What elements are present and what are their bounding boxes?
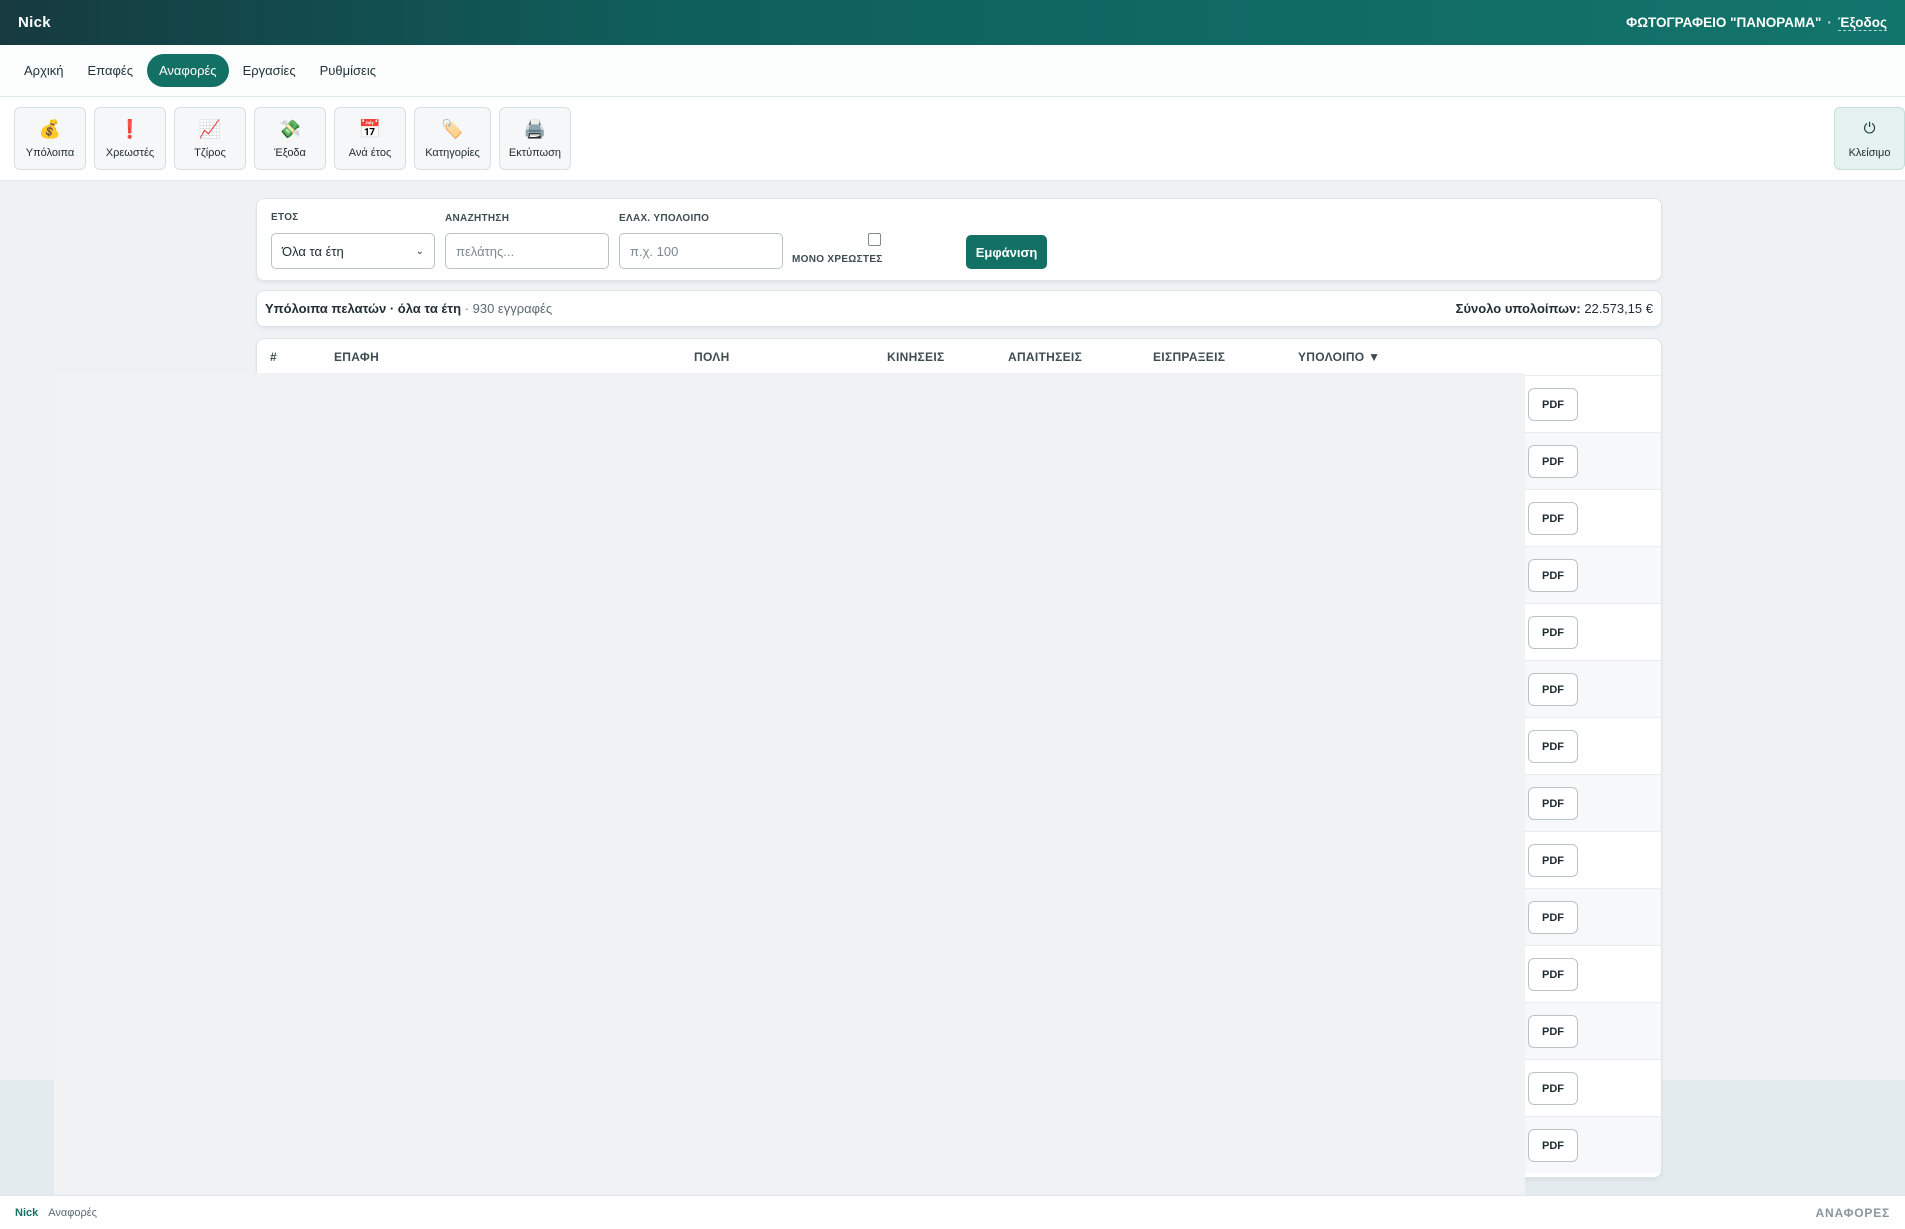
- chevron-down-icon: ⌄: [415, 245, 424, 257]
- footer-brand: Nick: [15, 1206, 39, 1219]
- main-nav: Αρχική Επαφές Αναφορές Εργασίες Ρυθμίσει…: [0, 45, 1905, 97]
- search-input[interactable]: [445, 233, 609, 269]
- summary-title: Υπόλοιπα πελατών · όλα τα έτη: [265, 301, 462, 316]
- pdf-button[interactable]: PDF: [1528, 502, 1578, 535]
- power-icon: ⏻: [1863, 119, 1876, 137]
- close-button[interactable]: ⏻ Κλείσιμο: [1834, 107, 1905, 170]
- pdf-button[interactable]: PDF: [1528, 1072, 1578, 1105]
- debtors-button[interactable]: ❗ Χρεωστές: [94, 107, 166, 170]
- show-button[interactable]: Εμφάνιση: [966, 235, 1047, 269]
- pdf-button[interactable]: PDF: [1528, 445, 1578, 478]
- table-header: # ΕΠΑΦΗ ΠΟΛΗ ΚΙΝΗΣΕΙΣ ΑΠΑΙΤΗΣΕΙΣ ΕΙΣΠΡΑΞ…: [257, 339, 1661, 375]
- logout-link[interactable]: Έξοδος: [1837, 15, 1887, 31]
- categories-button[interactable]: 🏷️ Κατηγορίες: [414, 107, 491, 170]
- col-index: #: [270, 350, 277, 364]
- pdf-button[interactable]: PDF: [1528, 559, 1578, 592]
- app-brand: Nick: [18, 14, 51, 31]
- col-claims[interactable]: ΑΠΑΙΤΗΣΕΙΣ: [1008, 350, 1082, 364]
- turnover-label: Τζίρος: [194, 146, 226, 159]
- close-label: Κλείσιμο: [1848, 146, 1891, 159]
- footer-section: ΑΝΑΦΟΡΕΣ: [1815, 1205, 1890, 1220]
- status-footer: Nick Αναφορές ΑΝΑΦΟΡΕΣ: [0, 1195, 1905, 1229]
- balances-button[interactable]: 💰 Υπόλοιπα: [14, 107, 86, 170]
- col-balance[interactable]: ΥΠΟΛΟΙΠΟ ▼: [1298, 350, 1380, 364]
- only-debtors-label: ΜΟΝΟ ΧΡΕΩΣΤΕΣ: [792, 254, 883, 265]
- pdf-button[interactable]: PDF: [1528, 1015, 1578, 1048]
- col-movements[interactable]: ΚΙΝΗΣΕΙΣ: [887, 350, 944, 364]
- print-button[interactable]: 🖨️ Εκτύπωση: [499, 107, 571, 170]
- money-bag-icon: 💰: [38, 118, 62, 139]
- tab-home[interactable]: Αρχική: [14, 54, 74, 87]
- only-debtors-checkbox[interactable]: [868, 233, 881, 246]
- tab-settings[interactable]: Ρυθμίσεις: [310, 54, 386, 87]
- loading-overlay: [54, 373, 1525, 1195]
- tab-contacts[interactable]: Επαφές: [78, 54, 143, 87]
- pdf-button[interactable]: PDF: [1528, 901, 1578, 934]
- categories-label: Κατηγορίες: [425, 146, 480, 159]
- pdf-button[interactable]: PDF: [1528, 616, 1578, 649]
- year-label: ΕΤΟΣ: [271, 212, 299, 223]
- calendar-icon: 📅: [358, 118, 382, 139]
- print-label: Εκτύπωση: [508, 146, 562, 159]
- total-value: 22.573,15 €: [1584, 301, 1653, 316]
- pdf-button[interactable]: PDF: [1528, 958, 1578, 991]
- chart-up-icon: 📈: [198, 118, 222, 139]
- debtors-label: Χρεωστές: [105, 146, 155, 159]
- footer-crumb: Αναφορές: [48, 1206, 97, 1219]
- exclamation-icon: ❗: [118, 118, 142, 139]
- total-label: Σύνολο υπολοίπων:: [1455, 301, 1581, 316]
- pdf-button[interactable]: PDF: [1528, 844, 1578, 877]
- pdf-button[interactable]: PDF: [1528, 1129, 1578, 1162]
- year-select-value: Όλα τα έτη: [282, 243, 344, 259]
- col-contact[interactable]: ΕΠΑΦΗ: [334, 350, 379, 364]
- per-year-button[interactable]: 📅 Ανά έτος: [334, 107, 406, 170]
- summary-left: Υπόλοιπα πελατών · όλα τα έτη · 930 εγγρ…: [265, 301, 552, 316]
- summary-right: Σύνολο υπολοίπων: 22.573,15 €: [1456, 301, 1653, 316]
- pdf-button[interactable]: PDF: [1528, 388, 1578, 421]
- filter-panel: ΕΤΟΣ Όλα τα έτη ⌄ ΑΝΑΖΗΤΗΣΗ ΕΛΑΧ. ΥΠΟΛΟΙ…: [256, 198, 1662, 281]
- summary-bar: Υπόλοιπα πελατών · όλα τα έτη · 930 εγγρ…: [256, 290, 1662, 327]
- year-select[interactable]: Όλα τα έτη ⌄: [271, 233, 435, 269]
- min-balance-label: ΕΛΑΧ. ΥΠΟΛΟΙΠΟ: [619, 213, 710, 224]
- record-count: · 930 εγγραφές: [464, 301, 553, 316]
- printer-icon: 🖨️: [523, 118, 547, 139]
- tab-reports[interactable]: Αναφορές: [146, 54, 229, 87]
- per-year-label: Ανά έτος: [348, 146, 392, 159]
- top-header: Nick ΦΩΤΟΓΡΑΦΕΙΟ "ΠΑΝΟΡΑΜΑ" · Έξοδος: [0, 0, 1905, 45]
- col-city[interactable]: ΠΟΛΗ: [694, 350, 730, 364]
- footer-breadcrumb: Nick Αναφορές: [15, 1207, 97, 1219]
- search-label: ΑΝΑΖΗΤΗΣΗ: [445, 213, 510, 224]
- money-wings-icon: 💸: [278, 118, 302, 139]
- pdf-button[interactable]: PDF: [1528, 730, 1578, 763]
- balances-label: Υπόλοιπα: [25, 146, 75, 159]
- pdf-button[interactable]: PDF: [1528, 787, 1578, 820]
- expenses-label: Έξοδα: [274, 146, 306, 159]
- expenses-button[interactable]: 💸 Έξοδα: [254, 107, 326, 170]
- min-balance-input[interactable]: [619, 233, 783, 269]
- header-separator: ·: [1827, 15, 1832, 30]
- turnover-button[interactable]: 📈 Τζίρος: [174, 107, 246, 170]
- pdf-button[interactable]: PDF: [1528, 673, 1578, 706]
- reports-toolbar: 💰 Υπόλοιπα ❗ Χρεωστές 📈 Τζίρος 💸 Έξοδα 📅…: [0, 97, 1905, 181]
- tag-icon: 🏷️: [441, 118, 464, 139]
- header-right: ΦΩΤΟΓΡΑΦΕΙΟ "ΠΑΝΟΡΑΜΑ" · Έξοδος: [1626, 15, 1887, 31]
- col-receipts[interactable]: ΕΙΣΠΡΑΞΕΙΣ: [1153, 350, 1225, 364]
- company-name: ΦΩΤΟΓΡΑΦΕΙΟ "ΠΑΝΟΡΑΜΑ": [1626, 15, 1822, 30]
- tab-tasks[interactable]: Εργασίες: [233, 54, 306, 87]
